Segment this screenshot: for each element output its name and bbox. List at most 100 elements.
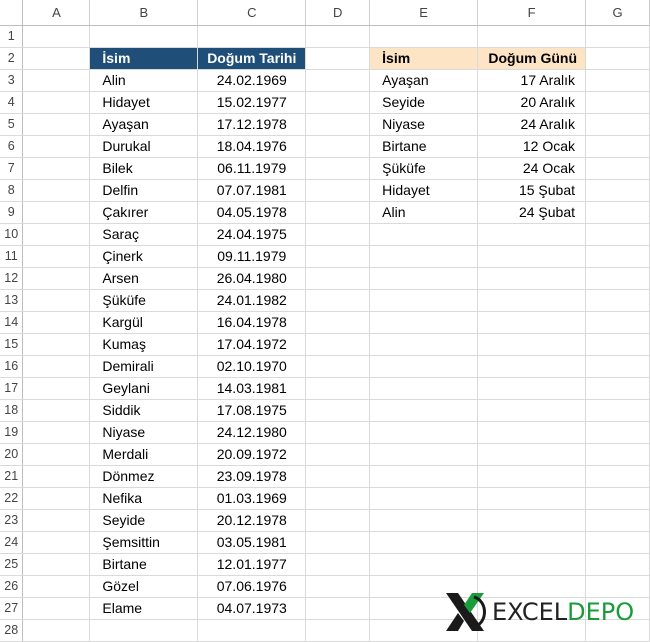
row-header[interactable]: 27 [0,597,24,620]
cell-g[interactable] [585,157,650,180]
table1-name-cell[interactable]: Demirali [89,355,199,378]
table2-day-cell[interactable]: 12 Ocak [477,135,587,158]
cell-a[interactable] [22,443,91,466]
row-header[interactable]: 7 [0,157,24,180]
cell-e[interactable] [369,377,479,400]
row-header[interactable]: 10 [0,223,24,246]
table1-date-cell[interactable]: 26.04.1980 [197,267,307,290]
table2-name-cell[interactable]: Niyase [369,113,479,136]
row-header[interactable]: 1 [0,25,24,48]
cell-d[interactable] [305,553,371,576]
cell-b[interactable] [89,25,199,48]
cell-e[interactable] [369,223,479,246]
table1-header-date[interactable]: Doğum Tarihi [197,47,307,70]
cell-c[interactable] [197,25,307,48]
cell-a[interactable] [22,399,91,422]
row-header[interactable]: 11 [0,245,24,268]
cell-e[interactable] [369,245,479,268]
cell-a[interactable] [22,487,91,510]
cell-d[interactable] [305,179,371,202]
table1-name-cell[interactable]: Birtane [89,553,199,576]
cell-d[interactable] [305,25,371,48]
cell-e[interactable] [369,267,479,290]
cell-e[interactable] [369,333,479,356]
cell-g[interactable] [585,399,650,422]
cell-g[interactable] [585,487,650,510]
cell-f[interactable] [477,553,587,576]
cell-a[interactable] [22,135,91,158]
cell-a[interactable] [22,311,91,334]
table1-name-cell[interactable]: Delfin [89,179,199,202]
cell-g[interactable] [585,465,650,488]
column-header-e[interactable]: E [369,0,479,26]
cell-f[interactable] [477,355,587,378]
cell-d[interactable] [305,575,371,598]
row-header[interactable]: 9 [0,201,24,224]
column-header-g[interactable]: G [585,0,650,26]
cell-g[interactable] [585,223,650,246]
cell-a[interactable] [22,531,91,554]
cell-f[interactable] [477,245,587,268]
select-all-corner[interactable] [0,0,24,26]
table1-date-cell[interactable]: 02.10.1970 [197,355,307,378]
row-header[interactable]: 12 [0,267,24,290]
cell-a[interactable] [22,25,91,48]
cell-d[interactable] [305,311,371,334]
column-header-f[interactable]: F [477,0,587,26]
row-header[interactable]: 13 [0,289,24,312]
table1-date-cell[interactable]: 24.04.1975 [197,223,307,246]
table1-name-cell[interactable]: Dönmez [89,465,199,488]
table1-date-cell[interactable]: 03.05.1981 [197,531,307,554]
cell-f[interactable] [477,531,587,554]
cell-a[interactable] [22,465,91,488]
table2-header-name[interactable]: İsim [369,47,479,70]
cell-e[interactable] [369,531,479,554]
row-header[interactable]: 15 [0,333,24,356]
cell-g[interactable] [585,509,650,532]
table1-name-cell[interactable]: Saraç [89,223,199,246]
table1-date-cell[interactable]: 14.03.1981 [197,377,307,400]
cell-e[interactable] [369,399,479,422]
cell-a[interactable] [22,113,91,136]
table1-date-cell[interactable]: 07.06.1976 [197,575,307,598]
cell-a[interactable] [22,223,91,246]
table1-date-cell[interactable]: 17.12.1978 [197,113,307,136]
table1-date-cell[interactable]: 09.11.1979 [197,245,307,268]
row-header[interactable]: 6 [0,135,24,158]
cell-a[interactable] [22,575,91,598]
cell-g[interactable] [585,333,650,356]
row-header[interactable]: 19 [0,421,24,444]
cell-e[interactable] [369,355,479,378]
cell-a[interactable] [22,355,91,378]
table1-date-cell[interactable]: 06.11.1979 [197,157,307,180]
table2-name-cell[interactable]: Şüküfe [369,157,479,180]
row-header[interactable]: 20 [0,443,24,466]
cell-e[interactable] [369,289,479,312]
cell-f[interactable] [477,333,587,356]
cell-a[interactable] [22,377,91,400]
cell-d[interactable] [305,377,371,400]
table1-date-cell[interactable]: 04.07.1973 [197,597,307,620]
cell-f[interactable] [477,377,587,400]
cell-g[interactable] [585,25,650,48]
cell-f[interactable] [477,311,587,334]
cell-d[interactable] [305,267,371,290]
table1-name-cell[interactable]: Kumaş [89,333,199,356]
cell-a[interactable] [22,597,91,620]
cell-f[interactable] [477,25,587,48]
row-header[interactable]: 26 [0,575,24,598]
table1-date-cell[interactable]: 04.05.1978 [197,201,307,224]
cell-a[interactable] [22,47,91,70]
cell-d[interactable] [305,245,371,268]
table1-date-cell[interactable]: 20.12.1978 [197,509,307,532]
cell-d[interactable] [305,135,371,158]
table1-date-cell[interactable]: 16.04.1978 [197,311,307,334]
cell-d[interactable] [305,201,371,224]
cell-f[interactable] [477,487,587,510]
cell-d[interactable] [305,619,371,642]
cell-d[interactable] [305,355,371,378]
cell-g[interactable] [585,135,650,158]
table1-name-cell[interactable]: Geylani [89,377,199,400]
cell-d[interactable] [305,531,371,554]
table2-name-cell[interactable]: Seyide [369,91,479,114]
